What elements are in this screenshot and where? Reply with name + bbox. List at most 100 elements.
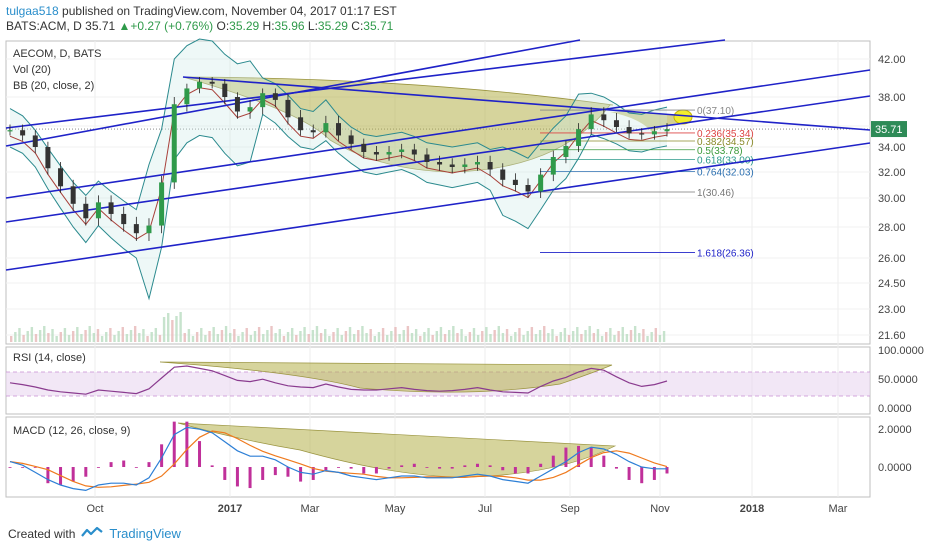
volume-bar [253, 331, 257, 342]
y-tick-label: 32.00 [878, 167, 906, 179]
candle-body [298, 117, 304, 131]
macd-hist-bar [387, 467, 391, 469]
volume-bar [315, 326, 319, 342]
volume-bar [485, 327, 488, 342]
y-tick-label: 24.50 [878, 278, 906, 290]
volume-bar [538, 330, 542, 342]
candle-body [70, 186, 76, 204]
volume-bar [328, 336, 331, 342]
candle-body [550, 157, 556, 175]
volume-bar [522, 335, 525, 342]
candle-body [563, 145, 569, 157]
y-tick-label: 21.60 [878, 330, 906, 342]
macd-hist-bar [273, 467, 277, 476]
volume-bar [187, 329, 191, 342]
tradingview-brand[interactable]: TradingView [109, 526, 181, 541]
volume-bar [262, 334, 265, 342]
volume-bar [208, 331, 211, 342]
candle-body [613, 120, 619, 128]
candle-body [474, 162, 480, 165]
chart-svg[interactable]: 0(37.10)0.236(35.34)0.382(34.57)0.5(33.7… [0, 0, 932, 550]
volume-bar [493, 330, 496, 342]
volume-bar [419, 336, 422, 342]
candle-body [95, 202, 101, 219]
volume-bar [340, 335, 343, 342]
volume-bar [348, 327, 352, 342]
candle-body [639, 133, 645, 135]
volume-bar [390, 331, 393, 342]
macd-legend: MACD (12, 26, close, 9) [13, 425, 131, 437]
macd-hist-bar [526, 467, 530, 474]
volume-bar [514, 332, 517, 342]
candle-body [651, 131, 657, 135]
y-tick-label: 38.00 [878, 92, 906, 104]
volume-bar [584, 330, 587, 342]
x-tick-label: May [385, 503, 406, 515]
bollinger-bands [9, 38, 668, 301]
volume-bar [592, 333, 596, 342]
macd-hist-bar [665, 467, 669, 474]
volume-bar [224, 326, 228, 342]
macd-hist-bar [286, 467, 290, 477]
macd-hist-bar [640, 467, 644, 484]
volume-bar [105, 332, 108, 342]
x-tick-label: 2018 [740, 503, 764, 515]
candle-body [399, 149, 405, 152]
x-tick-label: Sep [560, 503, 580, 515]
volume-bar [373, 336, 377, 342]
volume-bar [414, 329, 418, 342]
volume-bar [386, 335, 389, 342]
candle-body [601, 114, 607, 121]
volume-bar [547, 333, 550, 342]
volume-bar [76, 327, 79, 342]
volume-bar [526, 331, 529, 342]
volume-bar [171, 320, 174, 342]
volume-bar [216, 334, 220, 342]
macd-hist-bar [551, 455, 555, 467]
volume-bar [233, 329, 236, 342]
volume-bar [303, 327, 306, 342]
volume-bar [600, 336, 604, 342]
candle-body [260, 93, 266, 108]
volume-bar [51, 329, 54, 342]
macd-hist-bar [412, 463, 416, 467]
volume-bar [580, 334, 583, 342]
chart-root: tulgaa518 published on TradingView.com, … [0, 0, 932, 550]
volume-bar [625, 334, 629, 342]
volume-bar [563, 328, 567, 342]
candle-body [310, 130, 316, 133]
volume-bar [142, 329, 145, 342]
y-axis-labels: 42.0038.0036.0034.0032.0030.0028.0026.00… [871, 54, 924, 474]
volume-bar [369, 329, 372, 342]
volume-bar [282, 336, 286, 342]
volume-bar [96, 329, 100, 342]
volume-bar [295, 335, 298, 342]
candle-body [538, 174, 544, 192]
volume-bar [336, 328, 339, 342]
volume-bar [571, 331, 575, 342]
volume-bar [394, 327, 397, 342]
volume-bar [509, 336, 513, 342]
macd-hist-bar [172, 421, 176, 467]
tradingview-logo-icon[interactable] [81, 526, 104, 541]
x-tick-label: Mar [829, 503, 848, 515]
candle-body [411, 149, 417, 155]
macd-hist-bar [8, 467, 12, 468]
macd-hist-bar [539, 463, 543, 467]
volume-bar [361, 326, 364, 342]
candle-body [487, 162, 493, 170]
footer: Created with TradingView [8, 526, 181, 541]
volume-bar [501, 333, 505, 342]
candle-body [222, 83, 228, 97]
candle-body [133, 224, 139, 234]
volume-bar [406, 326, 410, 342]
volume-bar [464, 336, 467, 342]
volume-bar [84, 330, 87, 342]
volume-bar [662, 331, 666, 342]
volume-bar [18, 328, 21, 342]
volume-bar [63, 328, 67, 342]
macd-hist-bar [374, 467, 378, 474]
volume-bar [237, 336, 240, 342]
volume-bar [638, 333, 641, 342]
macd-hist-bar [248, 467, 252, 489]
